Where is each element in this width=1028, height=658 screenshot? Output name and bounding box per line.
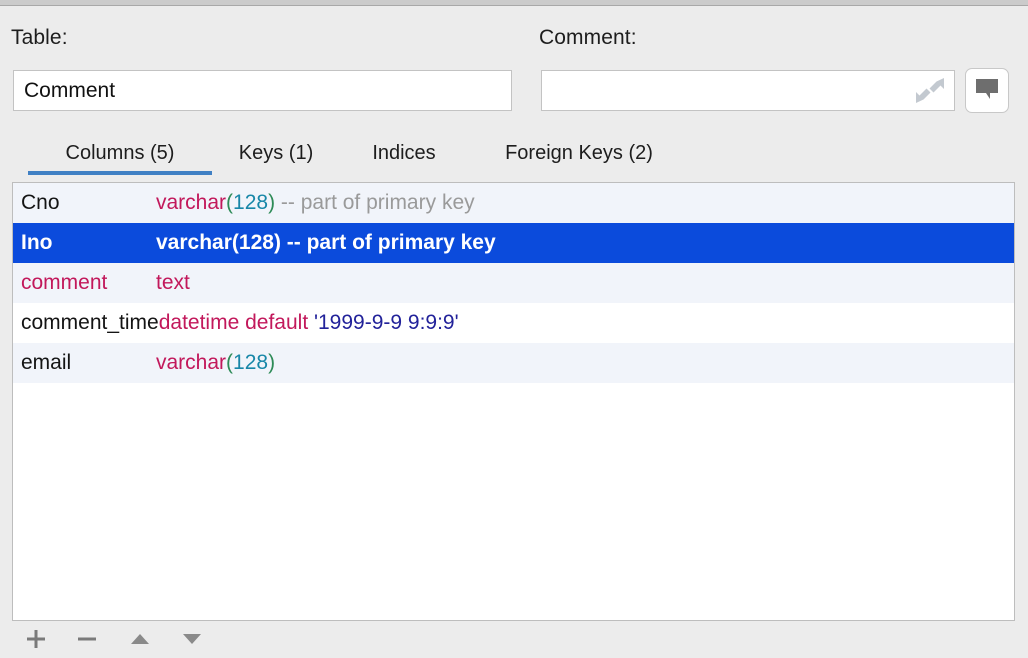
- column-name: comment_time: [21, 311, 159, 334]
- tab-indices[interactable]: Indices: [352, 134, 456, 178]
- speech-bubble-icon: [974, 77, 1000, 104]
- definition-token: 128: [238, 231, 274, 254]
- column-name: comment: [21, 271, 108, 294]
- definition-token: 128: [233, 351, 269, 374]
- table-name-input[interactable]: [13, 70, 512, 111]
- triangle-down-icon: [180, 627, 204, 654]
- definition-token: ): [273, 231, 281, 254]
- tab-foreign-keys[interactable]: Foreign Keys (2): [484, 134, 674, 178]
- definition-token: ): [268, 351, 276, 374]
- move-down-button[interactable]: [175, 624, 209, 656]
- definition-token: (: [226, 191, 234, 214]
- tab-columns[interactable]: Columns (5): [28, 134, 212, 178]
- table-comment-input[interactable]: [541, 70, 955, 111]
- list-empty-area[interactable]: [13, 383, 1014, 620]
- definition-token: '1999-9-9 9:9:9': [313, 311, 459, 334]
- definition-token: varchar: [156, 351, 227, 374]
- list-toolbar: [0, 622, 1028, 658]
- definition-token: datetime default: [158, 311, 314, 334]
- remove-column-button[interactable]: [70, 624, 104, 656]
- table-row[interactable]: comment_timedatetime default '1999-9-9 9…: [13, 303, 1014, 343]
- table-row[interactable]: Cno varchar(128) -- part of primary key: [13, 183, 1014, 223]
- window-top-band: [0, 0, 1028, 6]
- column-name: Cno: [21, 191, 60, 214]
- definition-token: -- part of primary key: [275, 191, 475, 214]
- column-definition: varchar(128) -- part of primary key: [156, 231, 496, 254]
- table-row[interactable]: Ino varchar(128) -- part of primary key: [13, 223, 1014, 263]
- table-editor-panel: Table: Comment: Columns (5) Keys (1) Ind…: [0, 0, 1028, 658]
- column-name: Ino: [21, 231, 53, 254]
- definition-token: varchar: [156, 231, 232, 254]
- definition-token: (: [226, 351, 234, 374]
- column-definition: varchar(128) -- part of primary key: [156, 191, 475, 214]
- minus-icon: [75, 627, 99, 654]
- table-field-label: Table:: [11, 26, 68, 49]
- column-definition: varchar(128): [156, 351, 275, 374]
- definition-token: (: [231, 231, 239, 254]
- expand-diagonal-icon[interactable]: [915, 76, 945, 105]
- columns-list[interactable]: Cno varchar(128) -- part of primary key In…: [12, 182, 1015, 621]
- definition-token: -- part of primary key: [280, 231, 496, 254]
- definition-token: varchar: [156, 191, 227, 214]
- add-column-button[interactable]: [19, 624, 53, 656]
- triangle-up-icon: [128, 627, 152, 654]
- comment-bubble-button[interactable]: [965, 68, 1009, 113]
- definition-token: 128: [233, 191, 269, 214]
- table-row[interactable]: email varchar(128): [13, 343, 1014, 383]
- column-name: email: [21, 351, 72, 374]
- editor-tab-bar: Columns (5) Keys (1) Indices Foreign Key…: [0, 134, 1028, 178]
- column-definition: datetime default '1999-9-9 9:9:9': [159, 311, 459, 334]
- comment-field-label: Comment:: [539, 26, 637, 49]
- tab-keys[interactable]: Keys (1): [228, 134, 324, 178]
- table-row[interactable]: comment text: [13, 263, 1014, 303]
- definition-token: text: [156, 271, 190, 294]
- plus-icon: [24, 627, 48, 654]
- column-definition: text: [156, 271, 190, 294]
- move-up-button[interactable]: [123, 624, 157, 656]
